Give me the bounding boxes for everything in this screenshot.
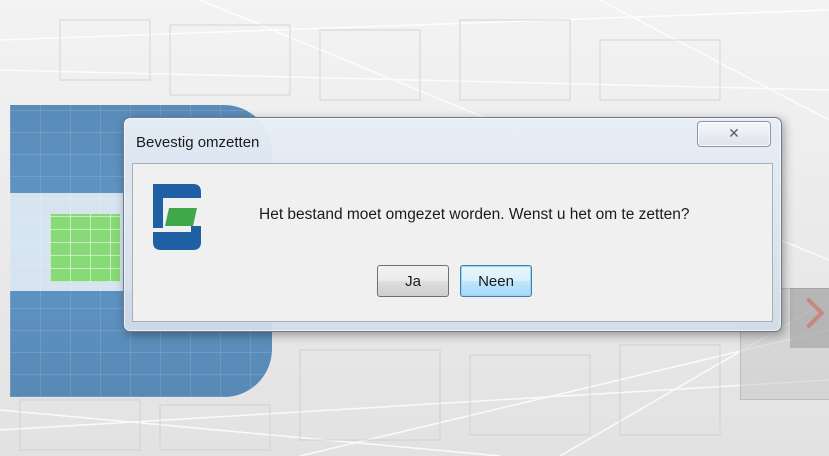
yes-button[interactable]: Ja — [377, 265, 449, 297]
confirm-dialog: Bevestig omzetten ✕ Het bestand moet omg… — [123, 117, 782, 332]
dialog-body: Het bestand moet omgezet worden. Wenst u… — [132, 163, 773, 322]
splash-right-logo — [790, 288, 829, 348]
close-button[interactable]: ✕ — [697, 121, 771, 147]
app-logo-icon — [153, 184, 201, 250]
no-button[interactable]: Neen — [460, 265, 532, 297]
splash-green-grid — [50, 214, 120, 282]
dialog-title: Bevestig omzetten — [136, 134, 260, 151]
close-icon: ✕ — [728, 126, 740, 142]
dialog-message: Het bestand moet omgezet worden. Wenst u… — [259, 206, 690, 223]
dialog-titlebar[interactable]: Bevestig omzetten ✕ — [124, 118, 781, 162]
